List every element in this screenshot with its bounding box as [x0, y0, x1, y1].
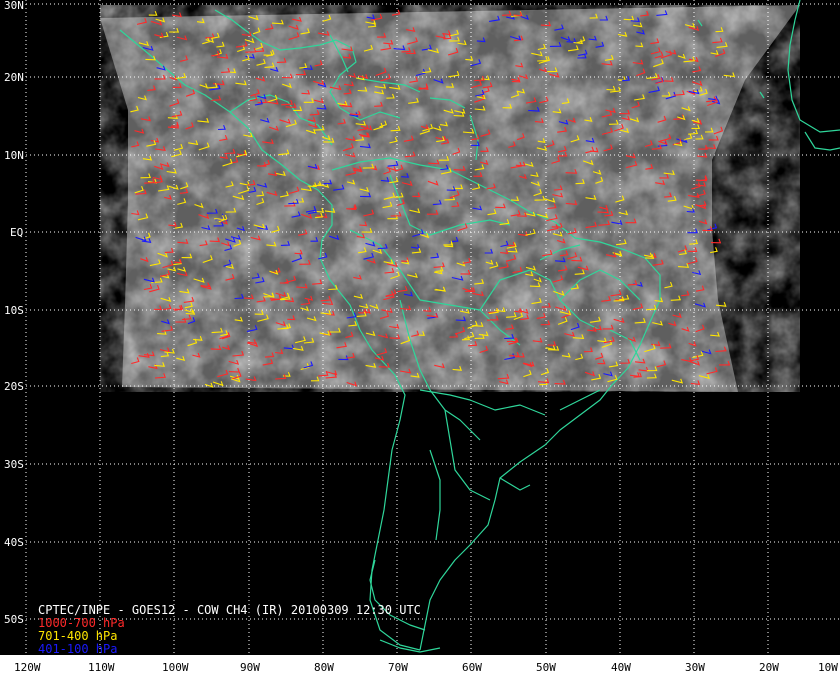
lon-label-10w: 10W [818, 661, 838, 674]
lon-label-100w: 100W [162, 661, 189, 674]
lon-label-50w: 50W [536, 661, 556, 674]
wind-barb [172, 12, 182, 18]
wind-barb [148, 11, 158, 16]
lon-label-120w: 120W [14, 661, 41, 674]
lon-label-110w: 110W [88, 661, 115, 674]
lat-label-eq: EQ [10, 226, 24, 239]
lat-label-30n: 30N [4, 0, 24, 12]
bottom-strip [0, 655, 840, 680]
lon-label-70w: 70W [388, 661, 408, 674]
legend-high-level: 401-100 hPa [38, 642, 118, 656]
ir-image-footprint [100, 5, 800, 392]
map-legend: CPTEC/INPE - GOES12 - COW CH4 (IR) 20100… [38, 604, 421, 656]
lat-label-40s: 40S [4, 536, 24, 549]
lon-label-20w: 20W [759, 661, 779, 674]
lat-label-30s: 30S [4, 458, 24, 471]
lat-label-10s: 10S [4, 304, 24, 317]
lat-label-20s: 20S [4, 380, 24, 393]
lon-label-80w: 80W [314, 661, 334, 674]
lat-label-50s: 50S [4, 613, 24, 626]
lat-label-10n: 10N [4, 149, 24, 162]
lat-label-20n: 20N [4, 71, 24, 84]
lon-label-30w: 30W [685, 661, 705, 674]
lon-label-40w: 40W [611, 661, 631, 674]
satellite-wind-map [0, 0, 840, 680]
lon-label-60w: 60W [462, 661, 482, 674]
lon-label-90w: 90W [240, 661, 260, 674]
